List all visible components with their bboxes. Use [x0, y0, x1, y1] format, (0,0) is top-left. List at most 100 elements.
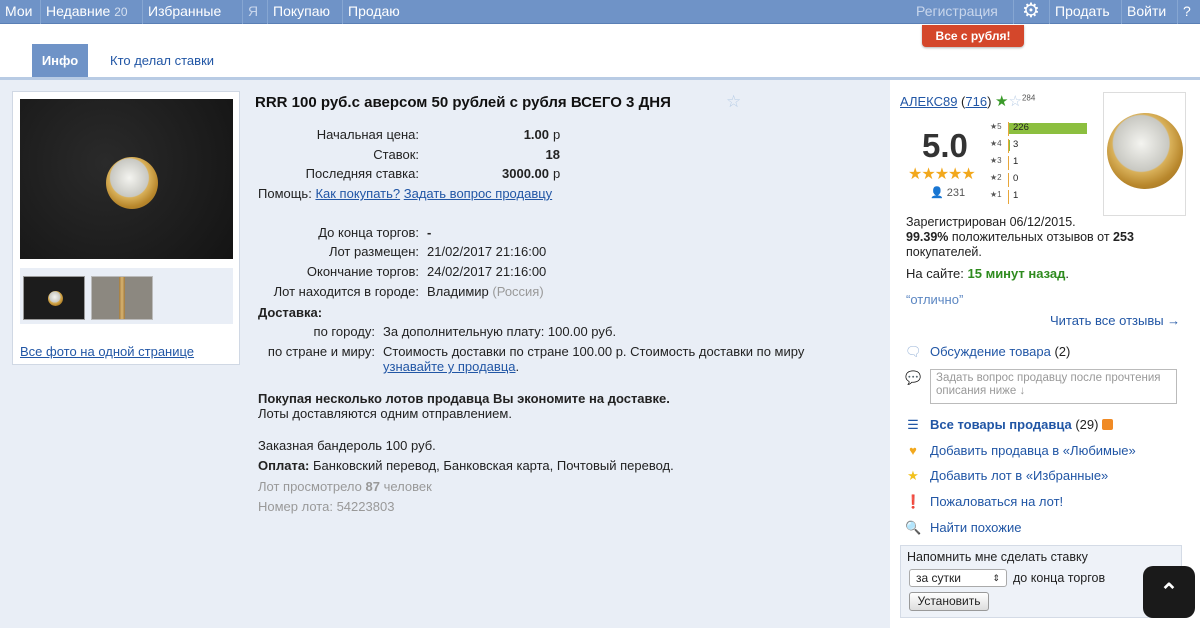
delivery-label: Доставка:	[258, 305, 323, 320]
ask-seller-delivery-link[interactable]: узнавайте у продавца	[383, 359, 516, 374]
dist-axis	[1008, 156, 1009, 170]
nav-my[interactable]: Мои	[0, 0, 37, 24]
list-icon: ☰	[907, 417, 919, 432]
currency: р	[553, 127, 561, 142]
star-icon: ★	[907, 468, 919, 483]
delivery-city-label: по городу:	[313, 324, 375, 339]
heart-icon: ♥	[909, 443, 917, 458]
discussion-row[interactable]: Обсуждение товара (2)	[930, 344, 1070, 359]
thumbnail-strip	[20, 268, 233, 324]
rating-score: 5.0	[922, 127, 968, 164]
lot-number: Номер лота: 54223803	[258, 499, 395, 514]
warning-icon: ❗	[905, 494, 922, 509]
registered-date: Зарегистрирован 06/12/2015.	[906, 215, 1076, 229]
nav-recent[interactable]: Недавние 20	[40, 0, 133, 24]
nav-selling[interactable]: Продаю	[342, 0, 405, 24]
ask-seller-link[interactable]: Задать вопрос продавцу	[404, 186, 552, 201]
ask-question-input[interactable]: Задать вопрос продавцу после прочтения о…	[930, 369, 1177, 404]
dist-star-label: ★4	[990, 139, 1002, 148]
seller-rating-link[interactable]: 716	[965, 94, 987, 109]
add-lot-favorite-link[interactable]: Добавить лот в «Избранные»	[930, 468, 1108, 483]
save-note: Лоты доставляются одним отправлением.	[258, 406, 512, 421]
all-goods-row[interactable]: Все товары продавца (29)	[930, 417, 1114, 432]
delivery-world-label: по стране и миру:	[267, 344, 375, 359]
city-label: Лот находится в городе:	[273, 284, 419, 299]
reminder-title: Напомнить мне сделать ставку	[907, 550, 1088, 564]
thumbnail-1[interactable]	[23, 276, 85, 320]
review-quote: “отлично”	[906, 292, 964, 307]
tab-bids[interactable]: Кто делал ставки	[110, 44, 214, 77]
placed-value: 21/02/2017 21:16:00	[427, 244, 547, 259]
ends-value: 24/02/2017 21:16:00	[427, 264, 547, 279]
dist-count: 226	[1013, 122, 1029, 133]
save-note-bold: Покупая несколько лотов продавца Вы экон…	[258, 391, 670, 406]
views-row: Лот просмотрело 87 человек	[258, 479, 432, 494]
currency: р	[553, 166, 561, 181]
reminder-suffix: до конца торгов	[1013, 571, 1106, 585]
help-label: Помощь:	[258, 186, 312, 201]
delivery-city-value: За дополнительную плату: 100.00 руб.	[383, 324, 617, 339]
delivery-world-value: Стоимость доставки по стране 100.00 р. С…	[383, 344, 805, 374]
rating-stars-icon: ★★★★★	[908, 166, 976, 183]
set-reminder-button[interactable]: Установить	[909, 592, 989, 611]
nav-help[interactable]: ?	[1177, 0, 1196, 24]
online-status: На сайте: 15 минут назад.	[906, 266, 1070, 281]
nav-register[interactable]: Регистрация	[911, 0, 1003, 24]
lot-tabs: Инфо Кто делал ставки	[0, 44, 1200, 80]
bids-label: Ставок:	[373, 147, 419, 162]
nav-me[interactable]: Я	[242, 0, 263, 24]
ends-label: Окончание торгов:	[306, 264, 419, 279]
coin-image	[106, 157, 158, 209]
read-all-reviews-link[interactable]: Читать все отзывы →	[1050, 313, 1180, 328]
nav-login[interactable]: Войти	[1121, 0, 1171, 24]
bid-reminder: Напомнить мне сделать ставку за сутки ⇕ д…	[900, 545, 1182, 618]
end-left-value: -	[427, 225, 432, 240]
seller-coin-photo[interactable]	[1103, 92, 1186, 216]
nav-buying[interactable]: Покупаю	[267, 0, 335, 24]
placed-label: Лот размещен:	[328, 244, 419, 259]
add-seller-favorite-link[interactable]: Добавить продавца в «Любимые»	[930, 443, 1136, 458]
start-price-label: Начальная цена:	[316, 127, 419, 142]
thumbnail-2[interactable]	[91, 276, 153, 320]
favorite-star-icon[interactable]: ☆	[726, 92, 741, 112]
person-icon: 👤	[930, 187, 944, 199]
top-navigation-bar: Мои Недавние 20 Избранные Я Покупаю Прод…	[0, 0, 1200, 24]
main-photo[interactable]	[20, 99, 233, 259]
dist-star-label: ★2	[990, 173, 1002, 182]
country: (Россия)	[492, 284, 544, 299]
gear-icon[interactable]: ⚙	[1013, 0, 1048, 24]
find-similar-link[interactable]: Найти похожие	[930, 520, 1021, 535]
dist-axis	[1008, 190, 1009, 204]
seller-name-link[interactable]: АЛЕКС89	[900, 94, 957, 109]
reminder-select[interactable]: за сутки ⇕	[909, 569, 1007, 587]
green-star-icon: ★	[995, 93, 1009, 110]
seller-panel: АЛЕКС89 (716) ★☆284 5.0 ★★★★★ 👤 231 ★5 22…	[900, 90, 1200, 628]
payment-value: Банковский перевод, Банковская карта, По…	[313, 458, 674, 473]
seller-info: Зарегистрирован 06/12/2015. 99.39% полож…	[906, 215, 1156, 260]
dist-bar	[1009, 140, 1010, 151]
recent-count: 20	[114, 5, 128, 19]
dist-count: 1	[1013, 190, 1019, 201]
reviews-total: 👤 231	[930, 187, 966, 199]
favorites-count: 284	[1021, 93, 1036, 103]
last-bid-label: Последняя ставка:	[305, 166, 419, 181]
scroll-to-top-button[interactable]: ⌃	[1143, 566, 1195, 618]
help-row: Помощь: Как покупать? Задать вопрос прод…	[258, 186, 552, 201]
chat-icon: 🗨	[905, 344, 922, 359]
dist-count: 1	[1013, 156, 1019, 167]
all-photos-link[interactable]: Все фото на одной странице	[20, 344, 194, 359]
city-value: Владимир (Россия)	[427, 284, 544, 299]
star-outline-icon[interactable]: ☆	[1009, 93, 1022, 110]
rss-icon[interactable]	[1102, 419, 1114, 430]
dist-count: 3	[1013, 139, 1019, 150]
how-to-buy-link[interactable]: Как покупать?	[315, 186, 400, 201]
select-arrows-icon: ⇕	[992, 573, 1000, 583]
nav-sell[interactable]: Продать	[1049, 0, 1115, 24]
complain-link[interactable]: Пожаловаться на лот!	[930, 494, 1063, 509]
payment-row: Оплата: Банковский перевод, Банковская к…	[258, 458, 674, 473]
dist-star-label: ★5	[990, 122, 1002, 131]
search-icon: 🔍	[905, 520, 922, 535]
tab-info[interactable]: Инфо	[32, 44, 88, 77]
nav-favorites[interactable]: Избранные	[142, 0, 226, 24]
payment-label: Оплата:	[258, 458, 310, 473]
